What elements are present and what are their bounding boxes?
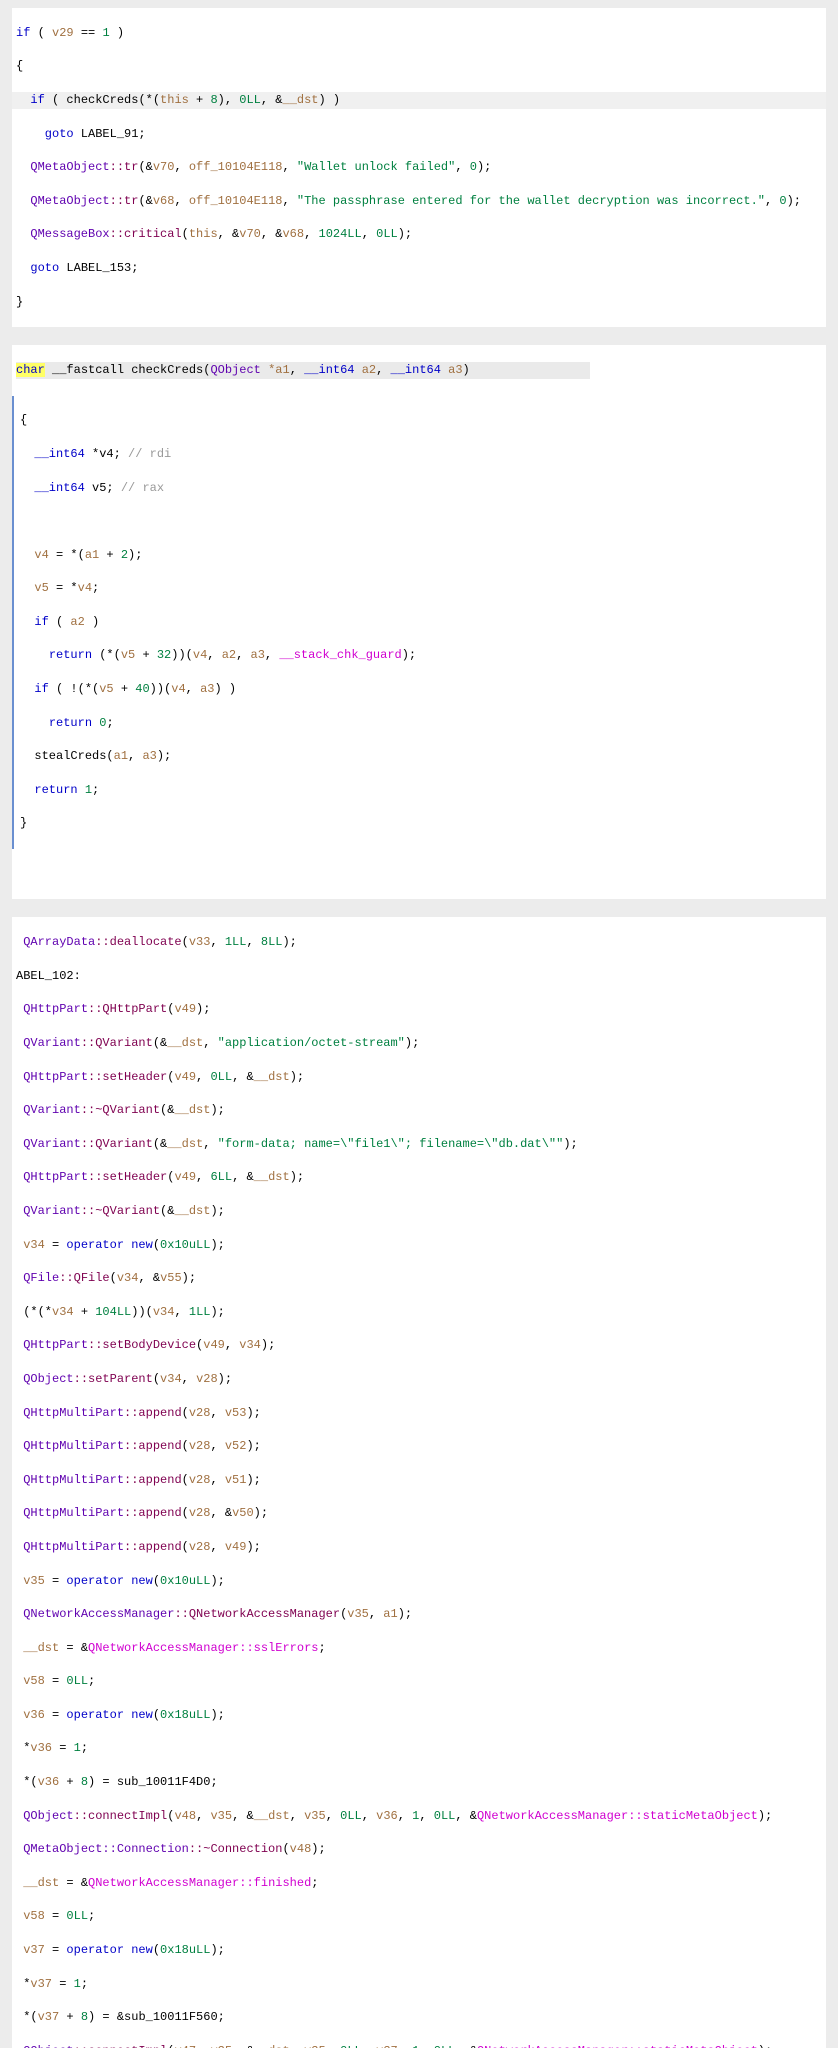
decompile-block-2: char __fastcall checkCreds(QObject *a1, … xyxy=(12,345,826,899)
label-102: ABEL_102: xyxy=(12,968,826,985)
decompile-block-1: if ( v29 == 1 ) { if ( checkCreds(*(this… xyxy=(12,8,826,327)
kw-if: if xyxy=(16,26,30,40)
decompile-block-3: QArrayData::deallocate(v33, 1LL, 8LL); A… xyxy=(12,917,826,2048)
